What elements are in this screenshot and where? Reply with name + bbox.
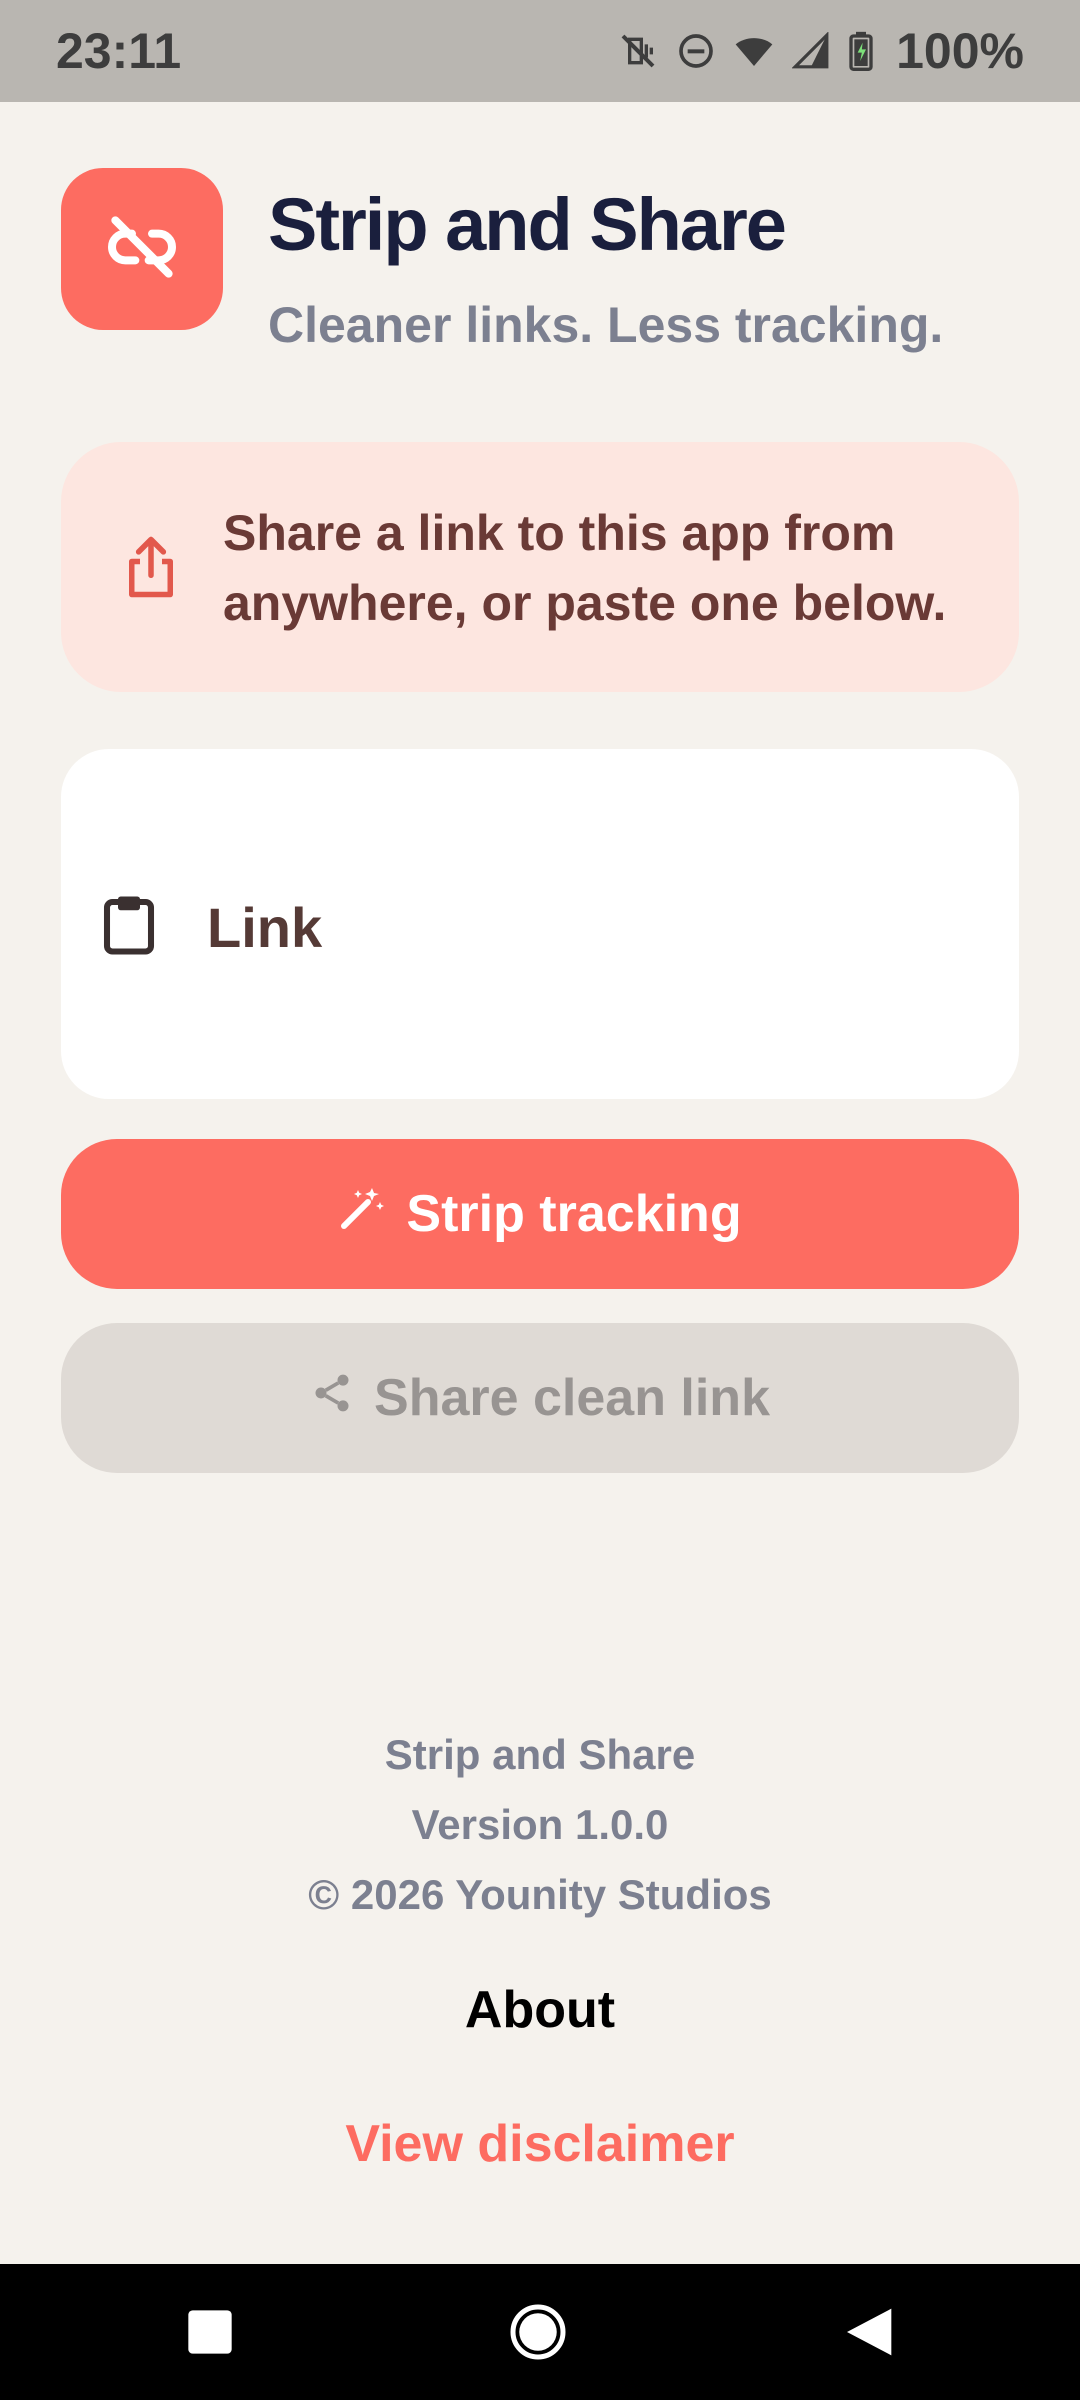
share-clean-link-label: Share clean link	[374, 1369, 770, 1427]
link-input-field[interactable]: Link	[61, 749, 1019, 1099]
dnd-icon	[676, 31, 716, 71]
status-time: 23:11	[56, 23, 182, 79]
system-nav-bar	[0, 2264, 1080, 2400]
magic-wand-icon	[338, 1184, 386, 1245]
app-info-footer: Strip and Share Version 1.0.0 © 2026 You…	[0, 1720, 1080, 1930]
strip-tracking-label: Strip tracking	[406, 1185, 742, 1243]
footer-copyright: © 2026 Younity Studios	[308, 1871, 772, 1918]
status-bar: 23:11 100%	[0, 0, 1080, 102]
back-icon[interactable]	[840, 2304, 896, 2365]
app-subtitle: Cleaner links. Less tracking.	[268, 297, 944, 353]
clipboard-icon	[101, 891, 157, 962]
wifi-icon	[734, 31, 774, 71]
view-disclaimer-link[interactable]: View disclaimer	[0, 2114, 1080, 2174]
share-hint-text: Share a link to this app from anywhere, …	[223, 505, 947, 631]
about-heading: About	[464, 1981, 616, 2039]
home-icon[interactable]	[508, 2302, 568, 2367]
battery-charging-icon	[848, 31, 874, 71]
app-logo	[61, 168, 223, 330]
link-off-icon	[102, 207, 182, 292]
status-icons: 100%	[618, 22, 1024, 80]
share-nodes-icon	[310, 1368, 354, 1428]
link-input-label: Link	[207, 896, 323, 959]
signal-icon	[792, 32, 830, 70]
share-clean-link-button[interactable]: Share clean link	[61, 1323, 1019, 1473]
recents-icon[interactable]	[184, 2306, 236, 2363]
share-icon	[123, 534, 179, 605]
app-title: Strip and Share	[268, 183, 787, 266]
footer-app-name: Strip and Share	[384, 1731, 696, 1778]
footer-version: Version 1.0.0	[411, 1801, 669, 1848]
strip-tracking-button[interactable]: Strip tracking	[61, 1139, 1019, 1289]
battery-percent: 100%	[896, 23, 1024, 79]
share-hint-card: Share a link to this app from anywhere, …	[61, 442, 1019, 692]
vibrate-off-icon	[618, 31, 658, 71]
